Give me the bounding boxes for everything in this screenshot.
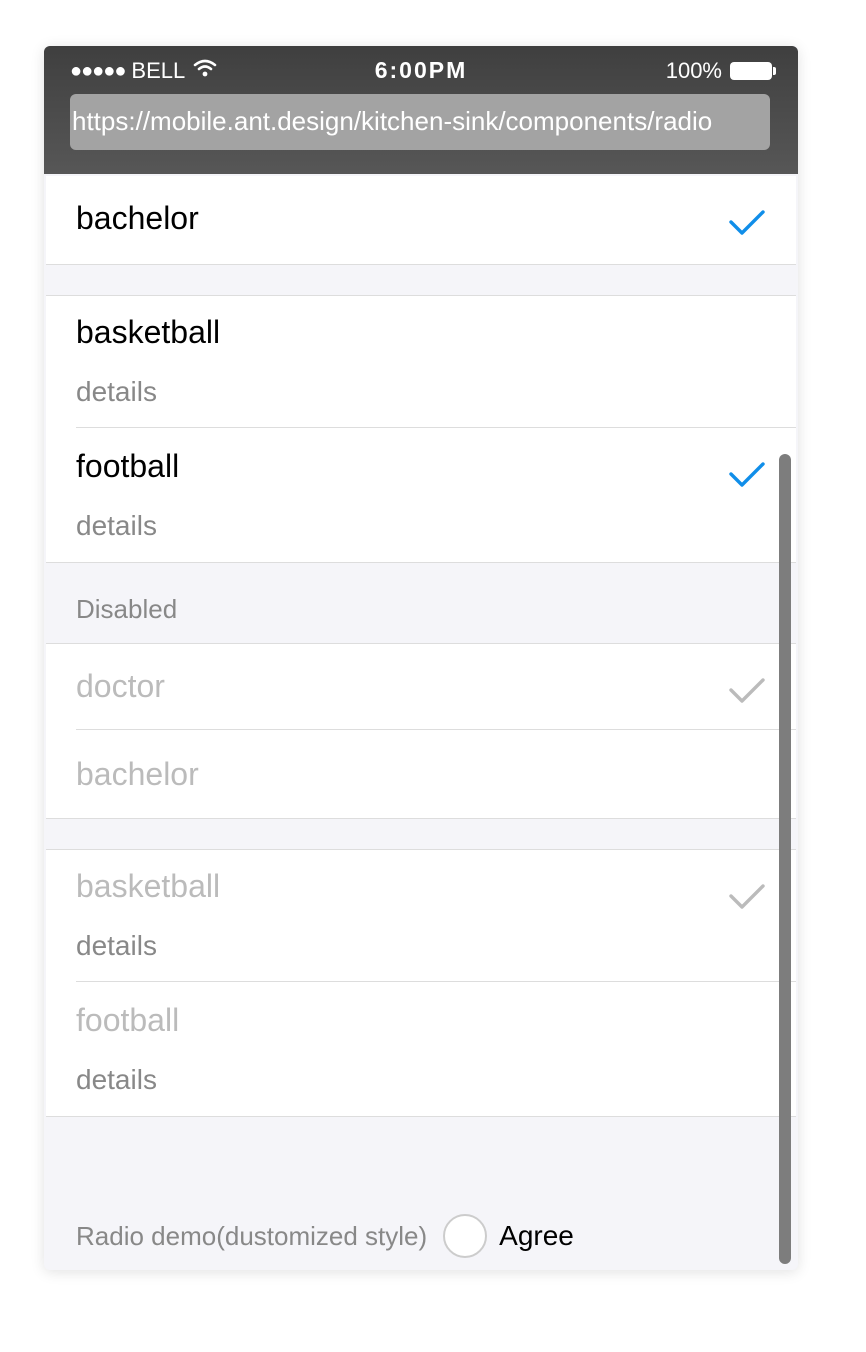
agree-description: Radio demo(dustomized style) (76, 1220, 428, 1251)
battery-percent: 100% (665, 58, 722, 83)
radio-item-label: doctor (76, 668, 165, 704)
check-icon (729, 678, 765, 703)
list-divider (46, 1116, 796, 1117)
radio-item-label: bachelor (76, 200, 199, 236)
radio-item-doctor-disabled: doctor (46, 644, 796, 730)
check-icon (729, 462, 765, 487)
list-divider (46, 264, 796, 265)
radio-item-bachelor[interactable]: bachelor (46, 176, 796, 264)
list-divider (46, 562, 796, 563)
radio-item-label: basketball (76, 868, 221, 904)
radio-item-brief: details (76, 1064, 157, 1095)
phone-frame: ●●●●● BELL 6:00PM 100% https://mobile.an… (44, 46, 798, 1270)
battery-status: 100% (665, 58, 776, 84)
radio-item-label: football (76, 1002, 180, 1038)
battery-icon (730, 62, 776, 80)
radio-item-label: bachelor (76, 756, 199, 792)
browser-chrome: ●●●●● BELL 6:00PM 100% https://mobile.an… (44, 46, 798, 174)
radio-list-content: bachelor basketball details football det… (46, 176, 796, 1270)
radio-item-bachelor-disabled: bachelor (46, 730, 796, 818)
radio-item-brief: details (76, 376, 157, 407)
radio-item-brief: details (76, 510, 157, 541)
section-title-disabled: Disabled (76, 594, 178, 624)
radio-item-basketball-disabled: basketball details (46, 850, 796, 982)
list-divider (46, 818, 796, 819)
url-text: https://mobile.ant.design/kitchen-sink/c… (72, 106, 713, 136)
radio-item-label: football (76, 448, 180, 484)
radio-item-football[interactable]: football details (46, 428, 796, 562)
radio-item-label: basketball (76, 314, 221, 350)
radio-item-basketball[interactable]: basketball details (46, 296, 796, 428)
radio-item-football-disabled: football details (46, 982, 796, 1116)
agree-radio[interactable] (443, 1214, 488, 1258)
check-icon (729, 884, 765, 909)
radio-item-brief: details (76, 930, 157, 961)
agree-row: Radio demo(dustomized style) Agree (76, 1214, 574, 1258)
url-bar[interactable]: https://mobile.ant.design/kitchen-sink/c… (70, 94, 770, 150)
check-icon (729, 210, 765, 235)
vertical-scrollbar[interactable] (779, 454, 791, 1264)
agree-label[interactable]: Agree (499, 1220, 574, 1252)
status-bar: ●●●●● BELL 6:00PM 100% (44, 46, 798, 94)
